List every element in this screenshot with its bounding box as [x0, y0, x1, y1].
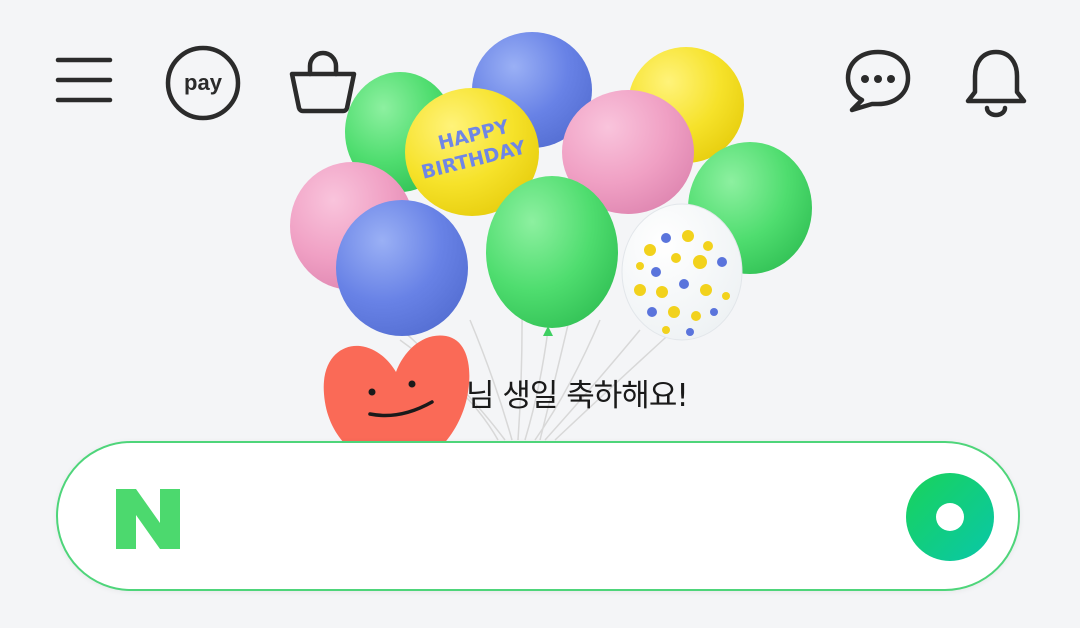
talk-bubble-icon — [845, 49, 911, 113]
balloon-text-line2: BIRTHDAY — [419, 137, 528, 184]
naver-logo-icon — [116, 489, 180, 549]
pay-button[interactable]: pay — [164, 44, 242, 122]
notification-button[interactable] — [962, 44, 1030, 118]
talk-button[interactable] — [842, 46, 914, 116]
pay-label: pay — [184, 70, 223, 95]
balloon-text-line1: HAPPY — [436, 116, 512, 155]
green-dot-button[interactable] — [906, 473, 994, 561]
pay-icon: pay — [165, 45, 241, 121]
birthday-greeting: 님 생일 축하해요! — [466, 378, 689, 414]
search-bar[interactable] — [56, 441, 1020, 591]
search-input[interactable] — [208, 483, 872, 551]
shopping-bag-icon — [289, 50, 357, 114]
menu-icon — [55, 57, 113, 103]
shopping-button[interactable] — [286, 44, 360, 118]
menu-button[interactable] — [52, 50, 116, 110]
bell-icon — [965, 49, 1027, 118]
green-dot-icon — [906, 473, 994, 561]
